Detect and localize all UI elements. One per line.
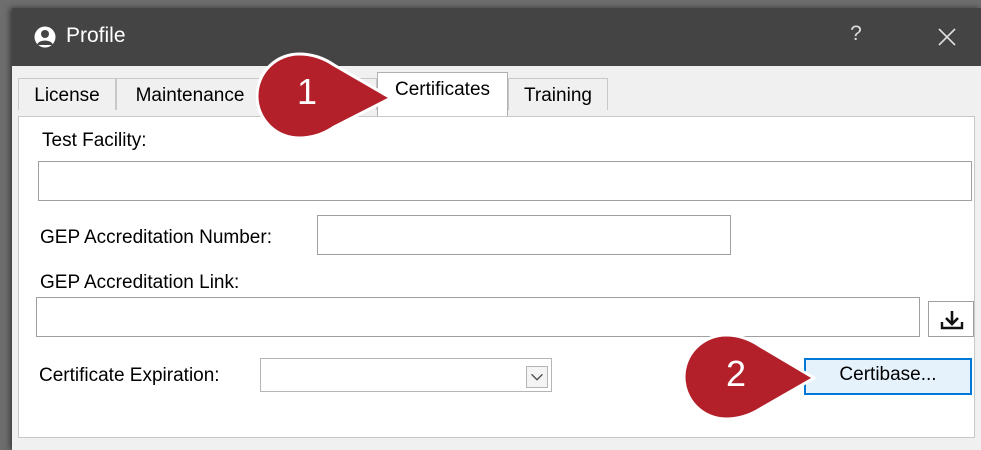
title-bar: Profile ? [12,8,981,66]
help-button[interactable]: ? [844,22,868,50]
callout-2-number: 2 [725,353,747,394]
close-icon[interactable] [930,20,964,54]
tab-label: Training [524,85,592,106]
tab-label: Certificates [394,79,491,100]
cert-expiration-dropdown[interactable] [260,358,552,392]
download-button[interactable] [928,301,974,337]
cert-expiration-label: Certificate Expiration: [39,365,220,386]
user-icon [34,26,56,48]
tab-license[interactable]: License [18,78,116,110]
chevron-down-icon[interactable] [526,366,548,388]
tab-maintenance[interactable]: Maintenance [116,78,264,110]
gep-number-label: GEP Accreditation Number: [40,227,272,248]
download-icon [940,311,964,330]
certibase-button[interactable]: Certibase... [804,358,972,395]
tab-certificates[interactable]: Certificates [377,72,508,116]
gep-number-field[interactable] [317,215,731,255]
callout-1-number: 1 [296,71,318,112]
gep-link-label: GEP Accreditation Link: [40,272,240,293]
tab-label: Maintenance [135,85,245,106]
tab-label: License [34,85,100,106]
dialog-footer [12,438,981,450]
test-facility-label: Test Facility: [42,130,147,151]
window-title: Profile [66,24,126,47]
test-facility-field[interactable] [38,161,972,201]
profile-dialog: Profile ? License Maintenance Training C… [12,8,981,450]
tab-training[interactable]: Training [508,78,608,110]
